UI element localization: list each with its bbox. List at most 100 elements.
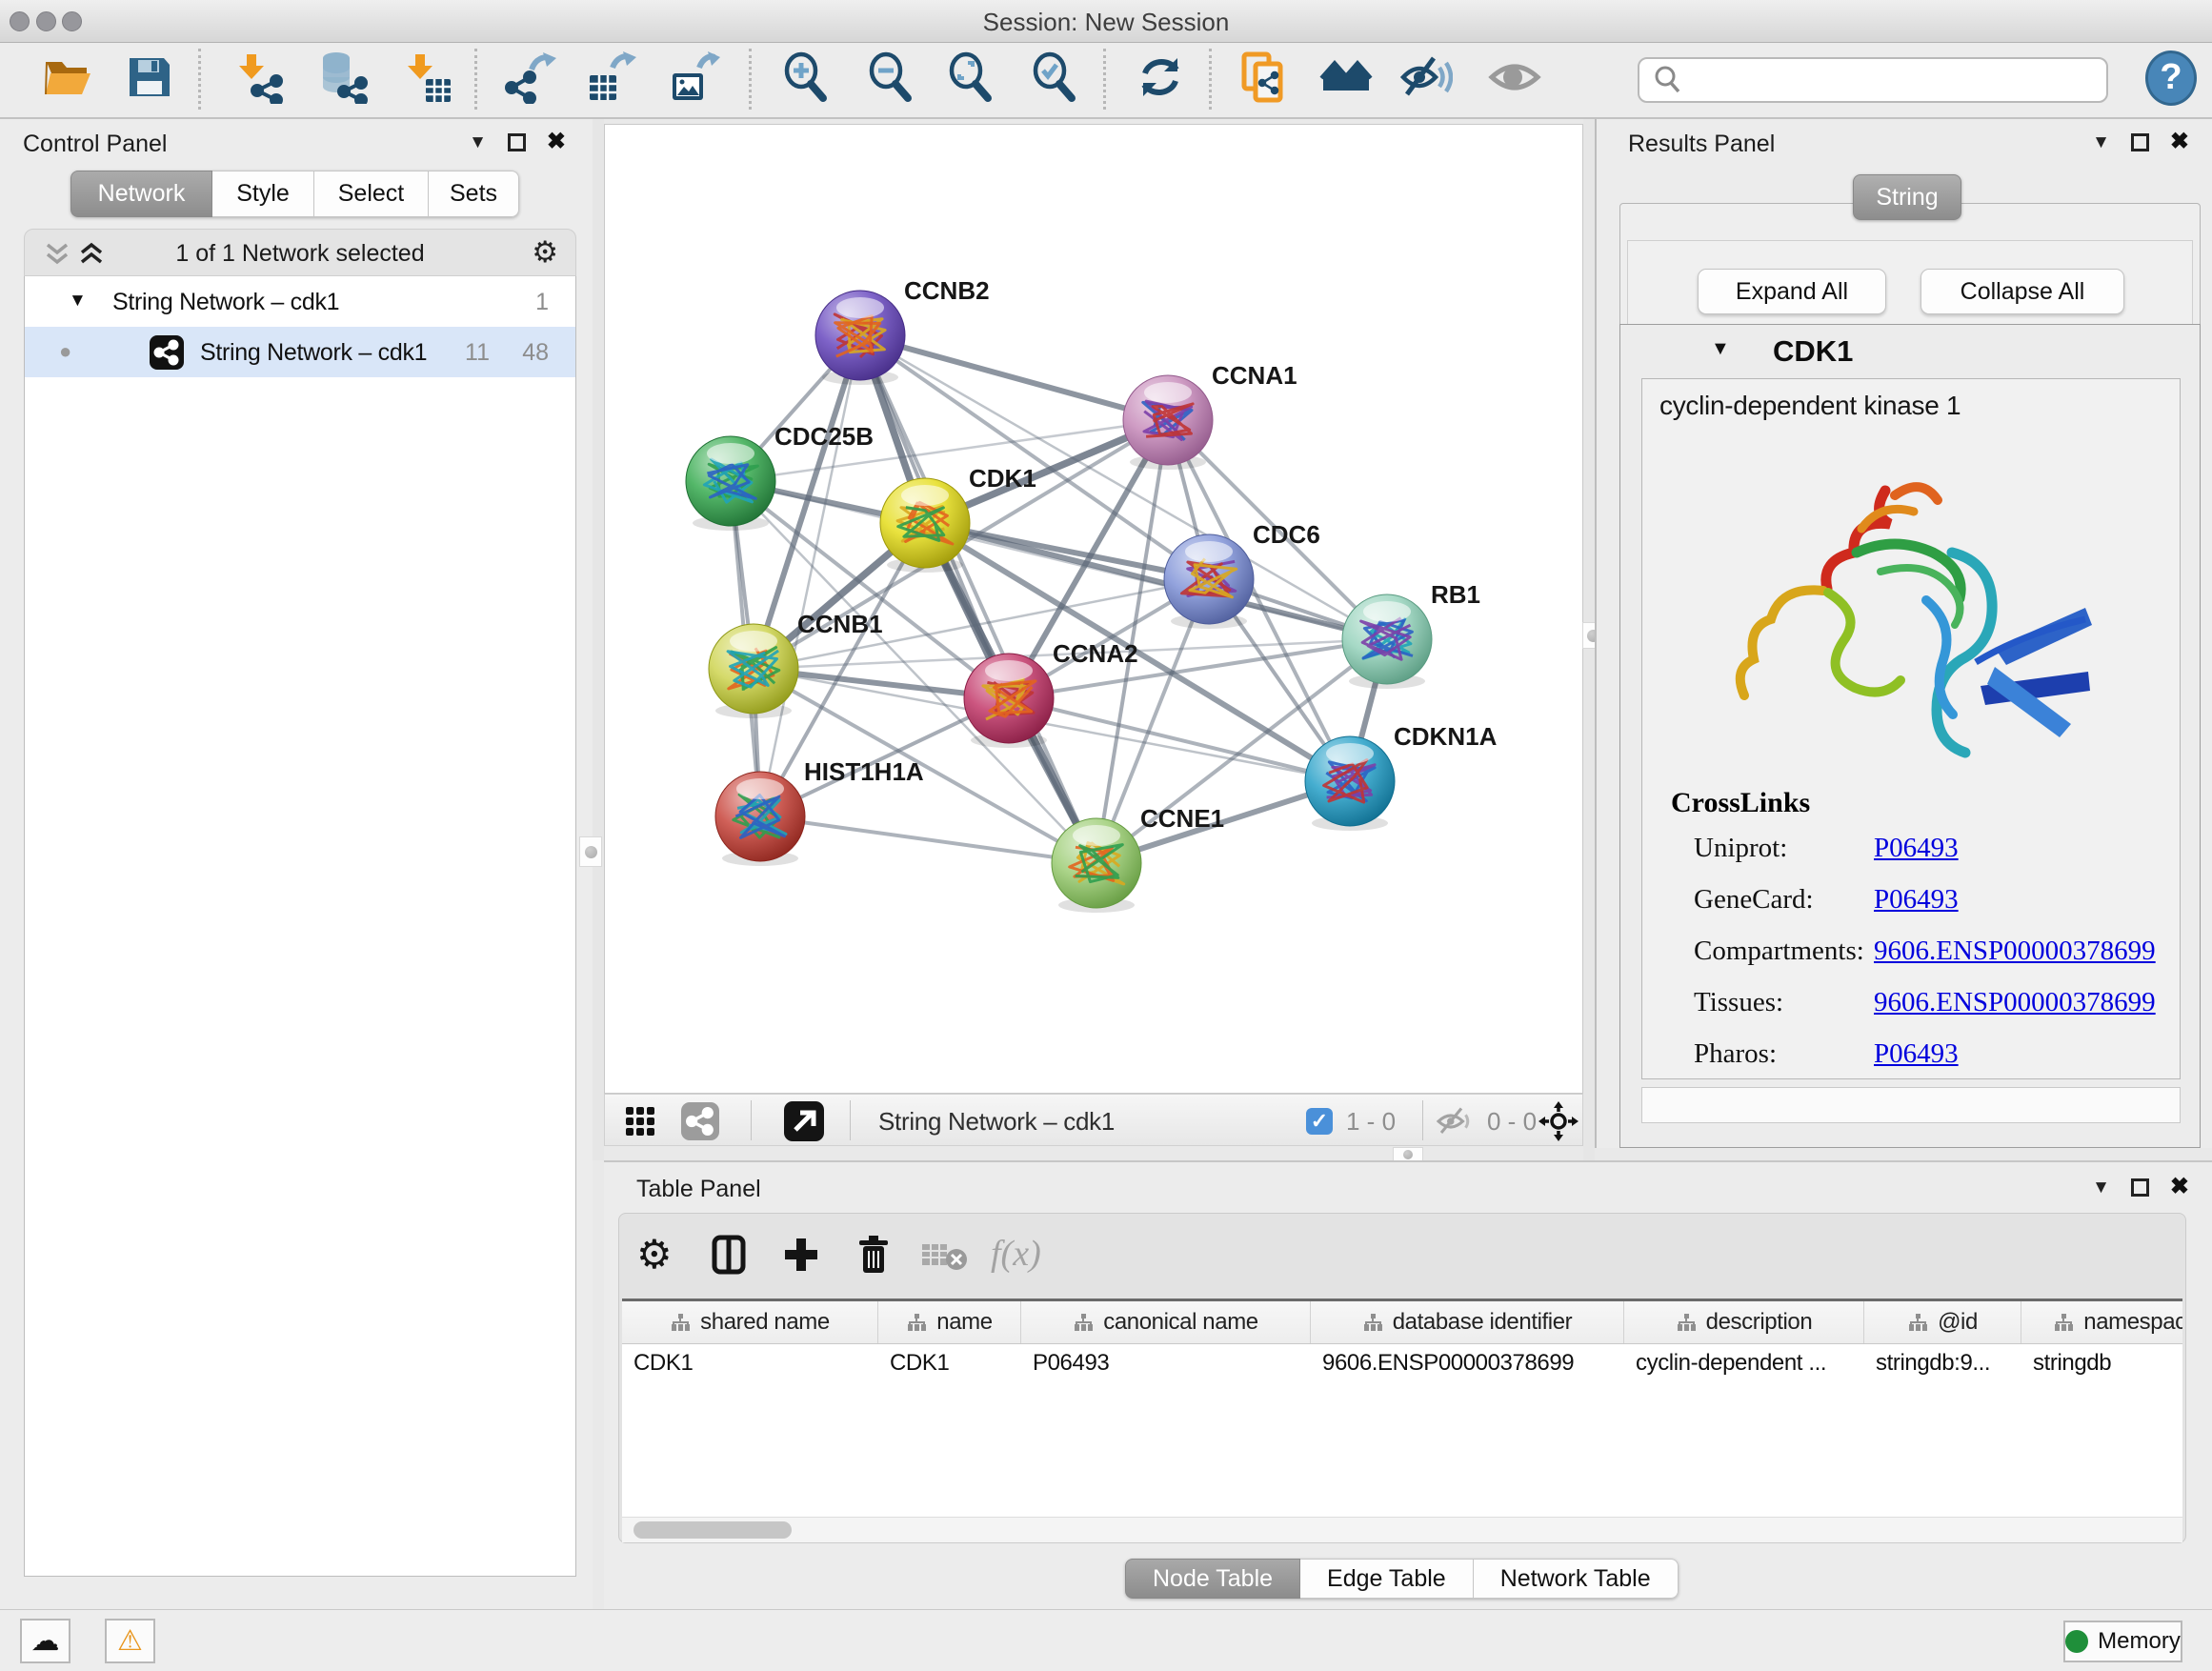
show-graphics-details-button[interactable] xyxy=(1488,50,1541,108)
table-settings-gear-icon[interactable]: ⚙ xyxy=(636,1233,680,1277)
network-node-ccne1[interactable] xyxy=(1052,818,1141,913)
collection-expand-icon[interactable]: ▼ xyxy=(69,291,87,312)
network-node-cdk1[interactable] xyxy=(880,478,970,573)
tab-select[interactable]: Select xyxy=(314,171,429,217)
table-cell[interactable]: P06493 xyxy=(1021,1343,1311,1383)
tab-string[interactable]: String xyxy=(1853,174,1961,220)
float-panel-icon[interactable] xyxy=(508,133,526,151)
table-cell[interactable]: stringdb xyxy=(2021,1343,2182,1383)
column-header-name[interactable]: name xyxy=(878,1301,1021,1343)
column-header-canonical-name[interactable]: canonical name xyxy=(1021,1301,1311,1343)
zoom-in-button[interactable] xyxy=(778,50,832,108)
refresh-view-button[interactable] xyxy=(1134,50,1187,108)
close-panel-icon[interactable]: ✖ xyxy=(2170,131,2189,153)
entry-header[interactable]: ▼ CDK1 xyxy=(1620,325,2200,378)
network-tree: ▼ String Network – cdk1 1 ● String Netwo… xyxy=(24,276,576,1577)
string-home-button[interactable] xyxy=(1319,50,1373,108)
memory-button[interactable]: Memory xyxy=(2063,1621,2182,1662)
crosslink-link[interactable]: 9606.ENSP00000378699 xyxy=(1874,987,2156,1018)
import-table-file-button[interactable] xyxy=(401,50,454,108)
column-header-description[interactable]: description xyxy=(1624,1301,1864,1343)
cloud-button[interactable]: ☁ xyxy=(20,1619,70,1663)
show-columns-icon[interactable] xyxy=(707,1233,751,1277)
network-node-ccnb1[interactable] xyxy=(709,624,798,718)
table-cell[interactable]: cyclin-dependent ... xyxy=(1624,1343,1864,1383)
selection-summary: 1 of 1 Network selected xyxy=(25,240,575,268)
zoom-out-button[interactable] xyxy=(863,50,916,108)
tab-edge-table[interactable]: Edge Table xyxy=(1300,1559,1474,1599)
column-header--id[interactable]: @id xyxy=(1864,1301,2021,1343)
node-label: CDC6 xyxy=(1253,520,1320,549)
network-canvas[interactable]: CCNB2CCNA1CDC25BCDK1CDC6RB1CCNB1CCNA2CDK… xyxy=(604,124,1583,1094)
collapse-all-button[interactable]: Collapse All xyxy=(1920,269,2124,314)
zoom-selected-button[interactable] xyxy=(1027,50,1080,108)
splitter-handle[interactable] xyxy=(579,836,602,867)
results-hscrollbar[interactable] xyxy=(1641,1087,2181,1123)
expand-all-button[interactable]: Expand All xyxy=(1698,269,1886,314)
crosslink-link[interactable]: P06493 xyxy=(1874,884,1959,916)
network-node-rb1[interactable] xyxy=(1342,594,1432,689)
float-panel-icon[interactable] xyxy=(2131,133,2149,151)
panel-menu-icon[interactable]: ▼ xyxy=(2092,133,2110,151)
network-edge[interactable] xyxy=(760,816,1096,863)
warnings-button[interactable]: ⚠ xyxy=(105,1619,155,1663)
entry-collapse-icon[interactable]: ▼ xyxy=(1711,338,1730,360)
open-session-button[interactable] xyxy=(40,50,93,108)
crosslink-link[interactable]: P06493 xyxy=(1874,833,1959,864)
open-in-new-icon[interactable] xyxy=(784,1101,824,1141)
app-window: Session: New Session xyxy=(0,0,2212,1671)
crosslink-link[interactable]: 9606.ENSP00000378699 xyxy=(1874,936,2156,967)
export-image-button[interactable] xyxy=(667,50,720,108)
network-row[interactable]: ● String Network – cdk1 11 48 xyxy=(25,327,575,377)
close-panel-icon[interactable]: ✖ xyxy=(2170,1176,2189,1198)
import-network-file-button[interactable] xyxy=(232,50,286,108)
panel-menu-icon[interactable]: ▼ xyxy=(2092,1178,2110,1197)
network-node-cdkn1a[interactable] xyxy=(1305,736,1395,831)
help-button[interactable]: ? xyxy=(2145,50,2197,106)
column-header-database-identifier[interactable]: database identifier xyxy=(1311,1301,1624,1343)
table-cell[interactable]: stringdb:9... xyxy=(1864,1343,2021,1383)
tab-node-table[interactable]: Node Table xyxy=(1125,1559,1300,1599)
zoom-in-icon xyxy=(778,50,832,104)
save-session-button[interactable] xyxy=(122,50,175,108)
network-node-ccna1[interactable] xyxy=(1123,375,1213,470)
network-edge[interactable] xyxy=(860,335,1168,420)
network-share-icon[interactable] xyxy=(681,1102,719,1140)
duplicate-network-button[interactable] xyxy=(1237,50,1290,108)
table-cell[interactable]: 9606.ENSP00000378699 xyxy=(1311,1343,1624,1383)
hide-enhanced-labels-button[interactable] xyxy=(1399,50,1453,108)
birdseye-navigator-icon[interactable] xyxy=(1538,1101,1579,1141)
network-node-cdc25b[interactable] xyxy=(686,436,775,531)
selected-checkbox[interactable]: ✓ xyxy=(1306,1108,1333,1135)
zoom-fit-button[interactable] xyxy=(943,50,996,108)
export-table-button[interactable] xyxy=(584,50,637,108)
panel-splitter[interactable] xyxy=(593,119,604,1160)
column-header-namespace[interactable]: namespace xyxy=(2021,1301,2182,1343)
search-input[interactable] xyxy=(1689,66,2106,95)
splitter-handle[interactable] xyxy=(1393,1147,1423,1161)
close-panel-icon[interactable]: ✖ xyxy=(547,131,566,153)
column-header-shared-name[interactable]: shared name xyxy=(622,1301,878,1343)
network-node-cdc6[interactable] xyxy=(1164,534,1254,629)
delete-column-icon[interactable] xyxy=(852,1233,895,1277)
toolbar-separator xyxy=(198,49,201,110)
network-collection-row[interactable]: ▼ String Network – cdk1 1 xyxy=(25,276,575,327)
scrollbar-thumb[interactable] xyxy=(633,1521,792,1539)
float-panel-icon[interactable] xyxy=(2131,1178,2149,1197)
crosslink-link[interactable]: P06493 xyxy=(1874,1038,1959,1070)
table-cell[interactable]: CDK1 xyxy=(878,1343,1021,1383)
gear-icon[interactable]: ⚙ xyxy=(532,235,558,270)
column-header-label: canonical name xyxy=(1103,1309,1258,1336)
tab-network[interactable]: Network xyxy=(70,171,212,217)
network-edge[interactable] xyxy=(760,335,860,816)
tab-style[interactable]: Style xyxy=(212,171,314,217)
grid-view-icon[interactable] xyxy=(624,1105,656,1137)
tab-sets[interactable]: Sets xyxy=(429,171,519,217)
import-network-database-button[interactable] xyxy=(315,50,369,108)
add-column-icon[interactable] xyxy=(779,1233,823,1277)
export-network-button[interactable] xyxy=(505,50,558,108)
network-node-hist1h1a[interactable] xyxy=(715,772,805,866)
tab-network-table[interactable]: Network Table xyxy=(1474,1559,1679,1599)
table-cell[interactable]: CDK1 xyxy=(622,1343,878,1383)
panel-menu-icon[interactable]: ▼ xyxy=(469,133,487,151)
